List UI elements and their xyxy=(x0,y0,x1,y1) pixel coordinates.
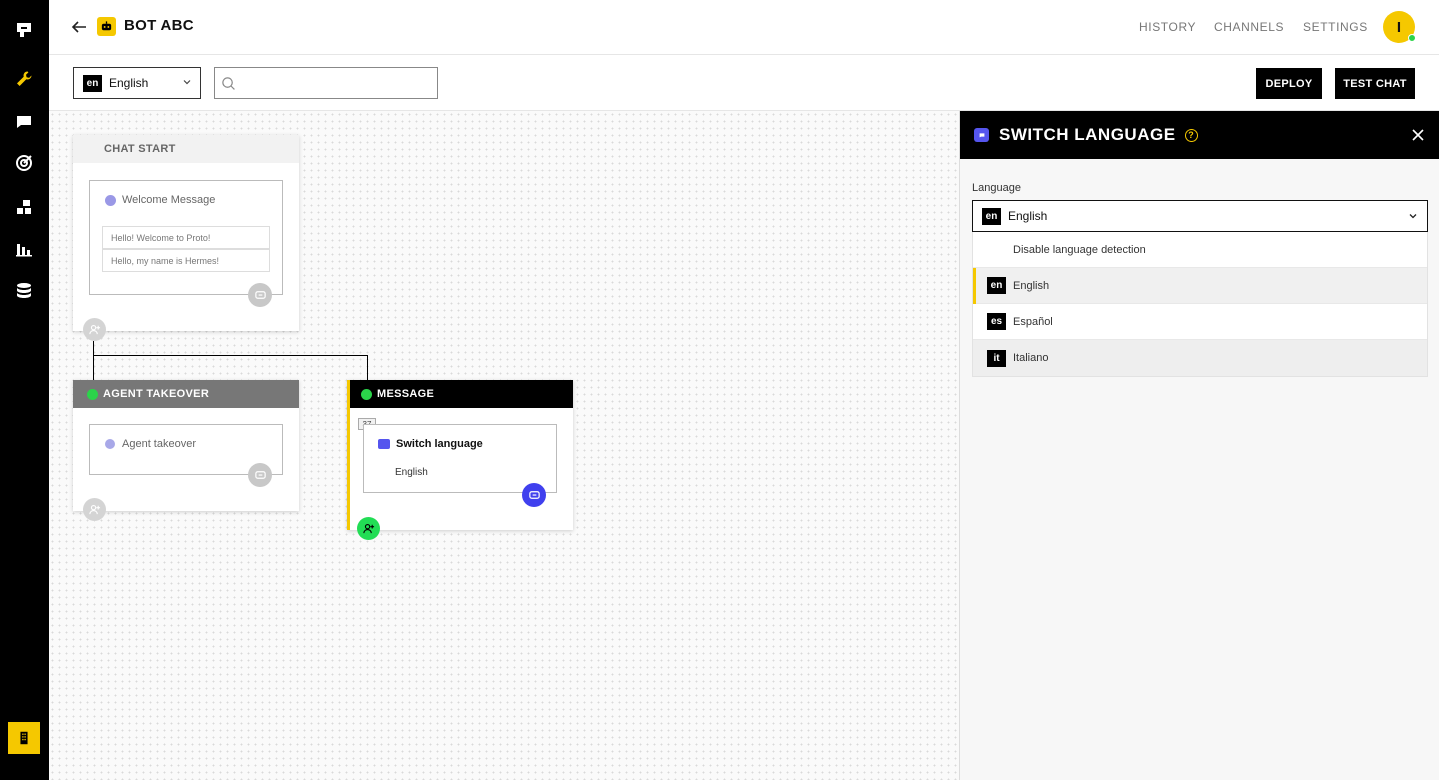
add-user-button[interactable] xyxy=(83,318,106,341)
nav-history[interactable]: HISTORY xyxy=(1139,20,1196,34)
add-message-button[interactable] xyxy=(248,463,272,487)
panel-header: SWITCH LANGUAGE ? xyxy=(960,111,1439,159)
language-tag-icon xyxy=(378,439,390,449)
option-english[interactable]: en English xyxy=(973,268,1427,304)
welcome-message-card[interactable]: Welcome Message Hello! Welcome to Proto!… xyxy=(89,180,283,307)
agent-icon xyxy=(105,439,115,449)
option-label: Italiano xyxy=(1013,352,1049,364)
connector-line xyxy=(93,341,94,381)
option-disable-detection[interactable]: Disable language detection xyxy=(973,232,1427,268)
toolbar: en English DEPLOY TEST CHAT xyxy=(49,55,1439,111)
connector-line xyxy=(93,355,368,356)
chat-start-header: CHAT START xyxy=(73,135,299,163)
switch-language-card-value: English xyxy=(395,467,428,478)
language-tag-icon xyxy=(974,128,989,142)
deploy-button[interactable]: DEPLOY xyxy=(1256,68,1322,99)
whatsapp-icon xyxy=(87,388,98,400)
language-field-label: Language xyxy=(972,182,1021,194)
chat-plus-icon xyxy=(254,290,266,299)
language-dropdown[interactable]: en English xyxy=(972,200,1428,232)
agent-takeover-card[interactable]: Agent takeover xyxy=(89,424,283,487)
message-title: MESSAGE xyxy=(377,388,435,400)
option-label: Español xyxy=(1013,315,1053,328)
agent-takeover-card-title: Agent takeover xyxy=(122,438,196,450)
test-chat-button[interactable]: TEST CHAT xyxy=(1335,68,1415,99)
add-user-button[interactable] xyxy=(357,517,380,540)
left-sidebar xyxy=(0,0,49,780)
welcome-message-line-1: Hello! Welcome to Proto! xyxy=(102,226,270,249)
chat-icon[interactable] xyxy=(14,112,34,132)
wrench-icon[interactable] xyxy=(14,69,34,89)
language-code-badge: it xyxy=(987,349,1006,367)
building-icon[interactable] xyxy=(8,722,40,754)
chat-plus-icon xyxy=(254,470,266,479)
option-label: Disable language detection xyxy=(1013,243,1146,256)
welcome-message-line-2: Hello, my name is Hermes! xyxy=(102,249,270,272)
language-code-badge: es xyxy=(987,313,1006,330)
agent-takeover-node[interactable]: AGENT TAKEOVER Agent takeover xyxy=(73,380,299,521)
target-icon[interactable] xyxy=(14,153,34,173)
help-icon[interactable]: ? xyxy=(1184,128,1198,142)
search-icon xyxy=(222,77,235,90)
top-header: BOT ABC HISTORY CHANNELS SETTINGS I xyxy=(49,0,1439,55)
back-arrow-icon[interactable] xyxy=(69,17,89,37)
whatsapp-icon xyxy=(361,388,372,400)
chat-start-node[interactable]: CHAT START Welcome Message Hello! Welcom… xyxy=(73,135,299,341)
switch-language-panel: SWITCH LANGUAGE ? Language en English Di… xyxy=(959,111,1439,780)
message-header: MESSAGE xyxy=(350,380,573,408)
add-user-icon xyxy=(89,324,101,335)
language-code-badge: en xyxy=(83,74,102,92)
bot-icon xyxy=(97,17,116,36)
flow-canvas[interactable]: CHAT START Welcome Message Hello! Welcom… xyxy=(49,111,959,780)
chat-plus-icon xyxy=(528,490,540,499)
switch-language-card-title: Switch language xyxy=(396,438,483,450)
agent-takeover-header: AGENT TAKEOVER xyxy=(73,380,299,408)
language-dropdown-value: English xyxy=(1008,209,1048,223)
avatar-initial: I xyxy=(1396,18,1402,36)
logo-icon[interactable] xyxy=(14,20,34,40)
welcome-message-title: Welcome Message xyxy=(122,194,216,206)
connector-line xyxy=(367,355,368,381)
switch-language-card[interactable]: Switch language English xyxy=(363,424,557,507)
add-user-button[interactable] xyxy=(83,498,106,521)
agent-takeover-title: AGENT TAKEOVER xyxy=(103,388,210,400)
chevron-down-icon xyxy=(183,80,191,85)
add-user-icon xyxy=(89,504,101,515)
analytics-icon[interactable] xyxy=(14,239,34,259)
search-box[interactable] xyxy=(214,67,438,99)
language-select-value: English xyxy=(109,76,149,90)
add-message-button[interactable] xyxy=(522,483,546,507)
online-status-dot xyxy=(1408,34,1416,42)
option-italiano[interactable]: it Italiano xyxy=(973,340,1427,376)
database-icon[interactable] xyxy=(14,281,34,301)
language-options-list: Disable language detection en English es… xyxy=(972,232,1428,377)
language-code-badge: en xyxy=(987,277,1006,294)
add-message-button[interactable] xyxy=(248,283,272,307)
language-select[interactable]: en English xyxy=(73,67,201,99)
option-label: English xyxy=(1013,279,1050,292)
panel-title: SWITCH LANGUAGE xyxy=(999,125,1176,144)
add-user-icon xyxy=(363,523,375,534)
nav-settings[interactable]: SETTINGS xyxy=(1303,20,1368,34)
option-espanol[interactable]: es Español xyxy=(973,304,1427,340)
search-input[interactable] xyxy=(243,72,431,94)
message-bubble-icon xyxy=(105,194,116,206)
message-node[interactable]: MESSAGE 37 Switch language English xyxy=(347,380,573,540)
flow-icon[interactable] xyxy=(14,197,34,217)
bot-title: BOT ABC xyxy=(124,17,194,34)
nav-channels[interactable]: CHANNELS xyxy=(1214,20,1284,34)
chevron-down-icon xyxy=(1409,214,1417,219)
close-icon[interactable] xyxy=(1411,128,1425,142)
avatar[interactable]: I xyxy=(1383,11,1416,43)
language-code-badge: en xyxy=(982,207,1001,225)
